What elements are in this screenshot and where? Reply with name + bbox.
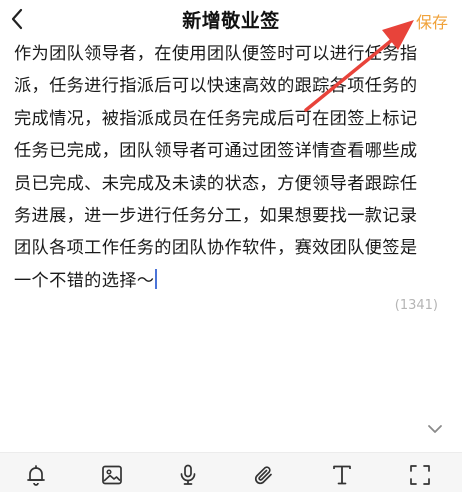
- note-line-last: 一个不错的选择～: [14, 265, 448, 297]
- character-count: (1341): [394, 298, 438, 313]
- bottom-toolbar: [0, 452, 462, 492]
- collapse-toolbar-button[interactable]: [424, 420, 446, 438]
- fullscreen-icon: [410, 465, 430, 485]
- note-line: 务进展，进一步进行任务分工，如果想要找一款记录: [14, 206, 418, 227]
- insert-image-button[interactable]: [98, 461, 126, 489]
- note-line: 作为团队领导者，在使用团队便签时可以进行任务指: [14, 44, 418, 64]
- note-line: 任务已完成，团队领导者可通过团签详情查看哪些成: [14, 141, 418, 162]
- microphone-icon: [180, 464, 196, 485]
- attachment-button[interactable]: [250, 461, 278, 489]
- note-line: 员已完成、未完成及未读的状态，方便领导者跟踪任: [14, 173, 418, 194]
- paperclip-icon: [254, 466, 272, 485]
- header-bar: 新增敬业签 保存: [0, 0, 462, 40]
- save-button[interactable]: 保存: [416, 9, 448, 33]
- image-icon: [102, 465, 122, 485]
- fullscreen-button[interactable]: [406, 461, 434, 489]
- note-line: 团队各项工作任务的团队协作软件，赛效团队便签是: [14, 238, 418, 259]
- text-caret: [155, 268, 157, 289]
- text-format-icon: [333, 465, 351, 485]
- note-editor-screen: 新增敬业签 保存 作为团队领导者，在使用团队便签时可以进行任务指 派，任务进行指…: [0, 0, 462, 492]
- note-text-area[interactable]: 作为团队领导者，在使用团队便签时可以进行任务指 派，任务进行指派后可以快速高效的…: [14, 38, 448, 297]
- chevron-down-icon: [428, 425, 442, 433]
- note-line: 完成情况，被指派成员在任务完成后可在团签上标记: [14, 108, 418, 129]
- note-line-text: 一个不错的选择～: [14, 270, 155, 291]
- note-line: 派，任务进行指派后可以快速高效的跟踪各项任务的: [14, 76, 418, 97]
- bell-icon: [27, 465, 45, 486]
- text-format-button[interactable]: [328, 461, 356, 489]
- voice-input-button[interactable]: [174, 461, 202, 489]
- reminder-button[interactable]: [22, 461, 50, 489]
- page-title: 新增敬业签: [182, 10, 280, 32]
